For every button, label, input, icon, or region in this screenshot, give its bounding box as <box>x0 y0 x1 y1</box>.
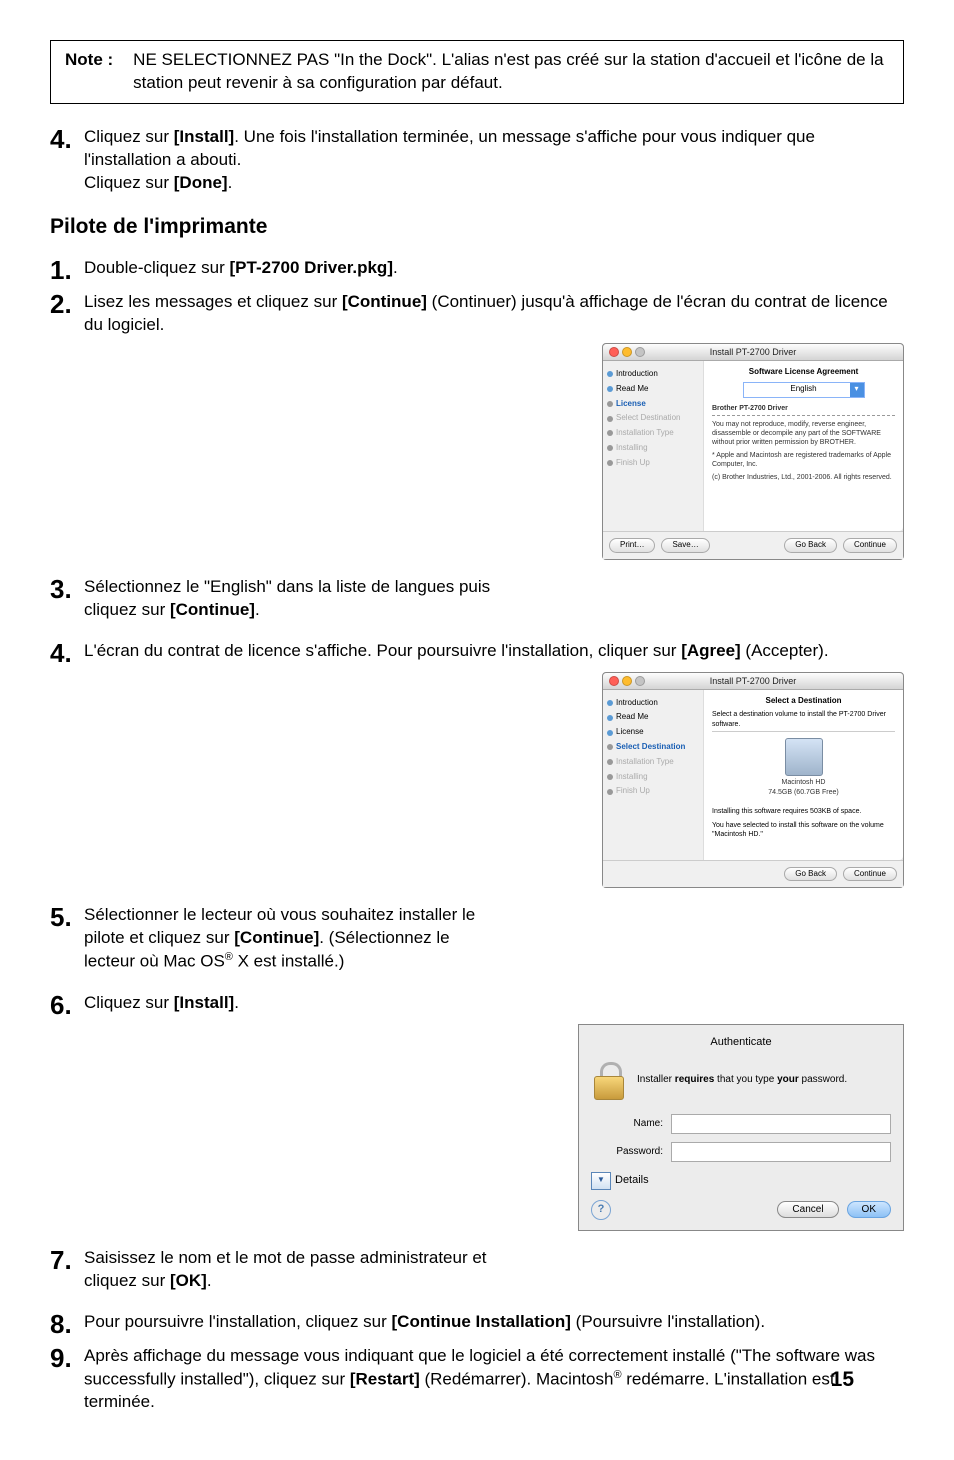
step-2: 2. Lisez les messages et cliquez sur [Co… <box>50 289 904 337</box>
language-select[interactable]: English▾ <box>743 382 865 398</box>
save-button[interactable]: Save… <box>661 538 709 553</box>
step-3: 3. Sélectionnez le "English" dans la lis… <box>50 574 904 622</box>
page-number: 15 <box>831 1366 854 1394</box>
ok-button[interactable]: OK <box>847 1201 891 1219</box>
note-label: Note : <box>65 49 113 95</box>
installer-sidebar: Introduction Read Me License Select Dest… <box>603 361 704 531</box>
help-icon[interactable]: ? <box>591 1200 611 1220</box>
step-1: 1. Double-cliquez sur [PT-2700 Driver.pk… <box>50 255 904 283</box>
titlebar: Install PT-2700 Driver <box>603 344 903 361</box>
step-9: 9. Après affichage du message vous indiq… <box>50 1343 904 1414</box>
continue-button[interactable]: Continue <box>843 538 897 553</box>
section-title: Pilote de l'imprimante <box>50 213 904 241</box>
figure-license-window: Install PT-2700 Driver Introduction Read… <box>602 343 904 560</box>
chevron-down-icon: ▾ <box>850 383 864 397</box>
lock-icon <box>591 1060 625 1100</box>
note-box: Note : NE SELECTIONNEZ PAS "In the Dock"… <box>50 40 904 104</box>
go-back-button[interactable]: Go Back <box>784 867 837 882</box>
note-text: NE SELECTIONNEZ PAS "In the Dock". L'ali… <box>133 49 889 95</box>
cancel-button[interactable]: Cancel <box>777 1201 838 1219</box>
step-8: 8. Pour poursuivre l'installation, cliqu… <box>50 1309 904 1337</box>
details-toggle[interactable]: ▼ <box>591 1172 611 1190</box>
top-step-4: 4. Cliquez sur [Install]. Une fois l'ins… <box>50 124 904 195</box>
hard-disk-icon[interactable] <box>785 738 823 776</box>
go-back-button[interactable]: Go Back <box>784 538 837 553</box>
figure-destination-window: Install PT-2700 Driver Introduction Read… <box>602 672 904 889</box>
step-7: 7. Saisissez le nom et le mot de passe a… <box>50 1245 904 1293</box>
step-text: Cliquez sur [Install]. Une fois l'instal… <box>84 124 904 195</box>
password-field[interactable] <box>671 1142 891 1162</box>
print-button[interactable]: Print… <box>609 538 655 553</box>
step-number: 4. <box>50 126 84 152</box>
step-6: 6. Cliquez sur [Install]. <box>50 990 904 1018</box>
name-field[interactable] <box>671 1114 891 1134</box>
step-4: 4. L'écran du contrat de licence s'affic… <box>50 638 904 666</box>
continue-button[interactable]: Continue <box>843 867 897 882</box>
step-5: 5. Sélectionner le lecteur où vous souha… <box>50 902 904 973</box>
figure-authenticate-dialog: Authenticate Installer requires that you… <box>578 1024 904 1231</box>
